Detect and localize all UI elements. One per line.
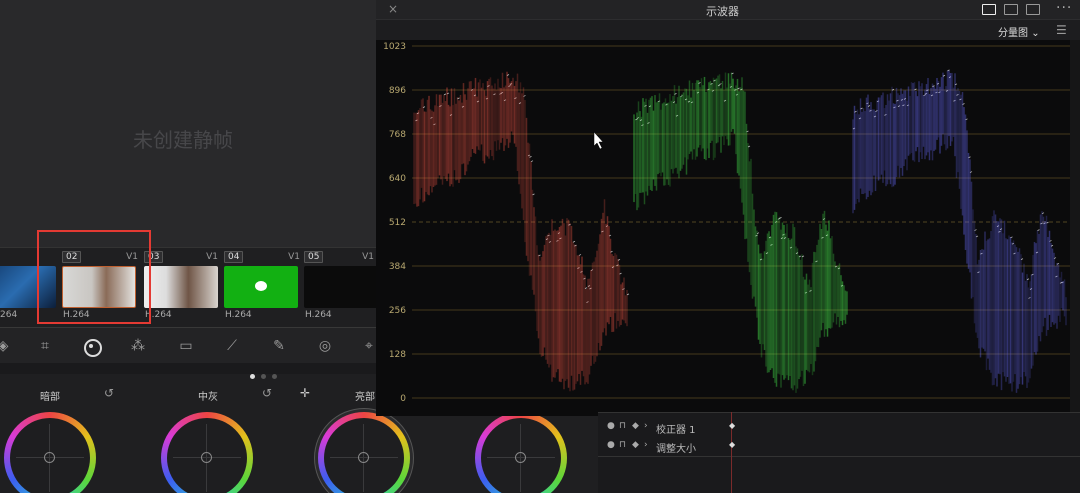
y-tick-label: 0 <box>400 394 406 404</box>
y-tick-label: 384 <box>389 262 406 272</box>
page-dot[interactable] <box>261 374 266 379</box>
midtones-wheel[interactable] <box>161 412 253 493</box>
more-options-icon[interactable]: ··· <box>1056 0 1072 16</box>
midtones-label: 中灰 <box>198 392 218 403</box>
page-dot[interactable] <box>250 374 255 379</box>
color-match-icon[interactable]: ⌗ <box>36 337 54 355</box>
clip-track: V1 <box>206 252 218 262</box>
y-tick-label: 1023 <box>383 42 406 52</box>
green-channel-trace <box>633 72 848 393</box>
quad-layout-icon[interactable] <box>1026 4 1040 15</box>
clip-thumbnail <box>304 266 378 308</box>
highlights-label: 亮部 <box>355 392 375 403</box>
blue-channel-trace <box>852 69 1067 393</box>
clip-thumbnail <box>144 266 218 308</box>
keyframe-diamond-icon[interactable]: ◆ <box>632 421 639 431</box>
node-row[interactable]: ● ⊓ ◆ › 校正器 1 <box>598 418 728 438</box>
color-wheels-icon[interactable] <box>82 337 102 357</box>
wheel-center[interactable] <box>515 452 526 463</box>
camera-raw-icon[interactable]: ◈ <box>0 337 12 355</box>
scope-mode-select[interactable]: 分量图 ⌄ <box>998 24 1040 39</box>
y-tick-label: 896 <box>389 86 406 96</box>
page-dots <box>250 364 283 383</box>
chevron-right-icon[interactable]: › <box>644 440 648 450</box>
chevron-down-icon: ⌄ <box>1031 28 1040 39</box>
settings-icon[interactable]: ☰ <box>1056 23 1067 37</box>
wheel-center[interactable] <box>358 452 369 463</box>
reset-midtones-icon[interactable]: ↺ <box>262 386 272 400</box>
clip-codec: 264 <box>0 310 18 320</box>
wheel-center[interactable] <box>201 452 212 463</box>
clip-04[interactable]: 04 V1 H.264 <box>224 248 302 326</box>
single-layout-icon[interactable] <box>982 4 996 15</box>
parade-scope: 1023 896 768 640 512 384 256 128 0 <box>376 40 1080 416</box>
reset-shadows-icon[interactable]: ↺ <box>104 386 114 400</box>
offset-wheel[interactable] <box>475 412 567 493</box>
scope-ticks: 1023 896 768 640 512 384 256 128 0 <box>383 42 406 404</box>
qualifier-icon[interactable]: ✎ <box>270 337 288 355</box>
motion-effects-icon[interactable]: ▭ <box>177 337 195 355</box>
mouse-cursor-icon <box>593 131 604 150</box>
window-icon[interactable]: ◎ <box>316 337 334 355</box>
chevron-right-icon[interactable]: › <box>644 421 648 431</box>
node-panel: ● ⊓ ◆ › 校正器 1 ● ⊓ ◆ › 调整大小 <box>598 412 1080 493</box>
selection-highlight <box>37 230 151 324</box>
crosshair-icon[interactable]: ✛ <box>300 386 310 400</box>
node-label: 校正器 1 <box>656 425 696 436</box>
highlights-wheel[interactable] <box>318 412 410 493</box>
node-label: 调整大小 <box>656 444 696 455</box>
node-row[interactable]: ● ⊓ ◆ › 调整大小 <box>598 437 728 457</box>
keyframe-marker: ◆ <box>729 440 736 449</box>
keyframe-marker: ◆ <box>729 421 736 430</box>
scope-traces <box>413 69 1067 393</box>
clip-05[interactable]: 05 V1 H.264 <box>304 248 378 326</box>
wheel-center[interactable] <box>44 452 55 463</box>
dual-layout-icon[interactable] <box>1004 4 1018 15</box>
close-icon[interactable]: × <box>388 2 398 16</box>
rgb-mixer-icon[interactable]: ⁂ <box>129 337 147 355</box>
enable-dot-icon[interactable]: ● <box>607 421 615 431</box>
scope-header: × 示波器 ··· <box>376 0 1080 20</box>
red-channel-trace <box>413 71 630 392</box>
no-still-message: 未创建静帧 <box>133 128 233 152</box>
y-tick-label: 640 <box>389 174 406 184</box>
clip-thumbnail <box>224 266 298 308</box>
palette-toolbar: ◈ ⌗ ⁂ ▭ ⟋ ✎ ◎ ⌖ <box>0 327 376 363</box>
shadows-label: 暗部 <box>40 392 60 403</box>
keyframe-diamond-icon[interactable]: ◆ <box>632 440 639 450</box>
y-tick-label: 768 <box>389 130 406 140</box>
scope-scrollbar[interactable] <box>1070 40 1080 416</box>
green-screen-logo <box>255 281 267 291</box>
lock-icon[interactable]: ⊓ <box>619 440 626 450</box>
scope-toolbar: 分量图 ⌄ ☰ <box>376 20 1080 40</box>
clip-number: 05 <box>304 251 324 263</box>
enable-dot-icon[interactable]: ● <box>607 440 615 450</box>
parade-graph: 1023 896 768 640 512 384 256 128 0 <box>383 42 1070 404</box>
clip-track: V1 <box>362 252 374 262</box>
clip-track: V1 <box>288 252 300 262</box>
clip-codec: H.264 <box>225 310 252 320</box>
page-dot[interactable] <box>272 374 277 379</box>
clip-codec: H.264 <box>305 310 332 320</box>
lock-icon[interactable]: ⊓ <box>619 421 626 431</box>
scope-mode-label: 分量图 <box>998 28 1028 39</box>
clip-number: 04 <box>224 251 244 263</box>
curves-icon[interactable]: ⟋ <box>223 337 241 355</box>
clip-03[interactable]: 03 V1 H.264 <box>144 248 220 326</box>
y-tick-label: 512 <box>389 218 406 228</box>
viewer-panel: 未创建静帧 <box>0 0 376 247</box>
y-tick-label: 256 <box>389 306 406 316</box>
scope-title: 示波器 <box>706 5 739 18</box>
shadows-wheel[interactable] <box>4 412 96 493</box>
y-tick-label: 128 <box>389 350 406 360</box>
